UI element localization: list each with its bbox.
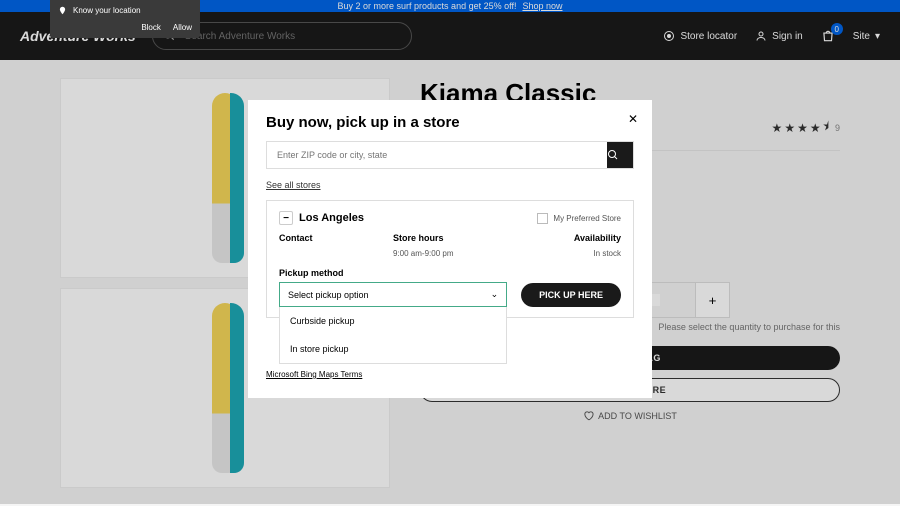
modal-title: Buy now, pick up in a store (266, 114, 634, 131)
chevron-down-icon: ⌄ (491, 289, 499, 300)
hours-label: Store hours (393, 233, 507, 243)
collapse-toggle[interactable]: − (279, 211, 293, 225)
pickup-method-label: Pickup method (279, 268, 507, 278)
modal-overlay[interactable]: ✕ Buy now, pick up in a store See all st… (0, 0, 900, 504)
pickup-modal: ✕ Buy now, pick up in a store See all st… (248, 100, 652, 398)
pickup-option[interactable]: In store pickup (280, 335, 506, 363)
pickup-option[interactable]: Curbside pickup (280, 307, 506, 335)
store-name: Los Angeles (299, 212, 364, 224)
store-card: − Los Angeles My Preferred Store Contact… (266, 200, 634, 318)
maps-terms-link[interactable]: Microsoft Bing Maps Terms (266, 370, 362, 379)
checkbox-icon (537, 213, 548, 224)
geo-text: Know your location (73, 6, 141, 15)
availability-label: Availability (507, 233, 621, 243)
geo-block-button[interactable]: Block (141, 23, 161, 32)
geo-allow-button[interactable]: Allow (173, 23, 192, 32)
pick-up-here-button[interactable]: PICK UP HERE (521, 283, 621, 307)
contact-label: Contact (279, 233, 393, 243)
pin-icon (58, 6, 67, 15)
see-all-stores-link[interactable]: See all stores (266, 180, 321, 190)
pickup-method-select[interactable]: Select pickup option ⌄ (279, 282, 507, 307)
availability-value: In stock (507, 249, 621, 258)
hours-value: 9:00 am-9:00 pm (393, 249, 507, 258)
pickup-method-dropdown: Curbside pickup In store pickup (279, 307, 507, 364)
preferred-store-checkbox[interactable]: My Preferred Store (537, 213, 621, 224)
geolocation-prompt: Know your location Block Allow (50, 0, 200, 38)
zip-input[interactable] (267, 142, 607, 168)
zip-search-button[interactable] (607, 142, 633, 168)
modal-close-button[interactable]: ✕ (628, 112, 638, 126)
